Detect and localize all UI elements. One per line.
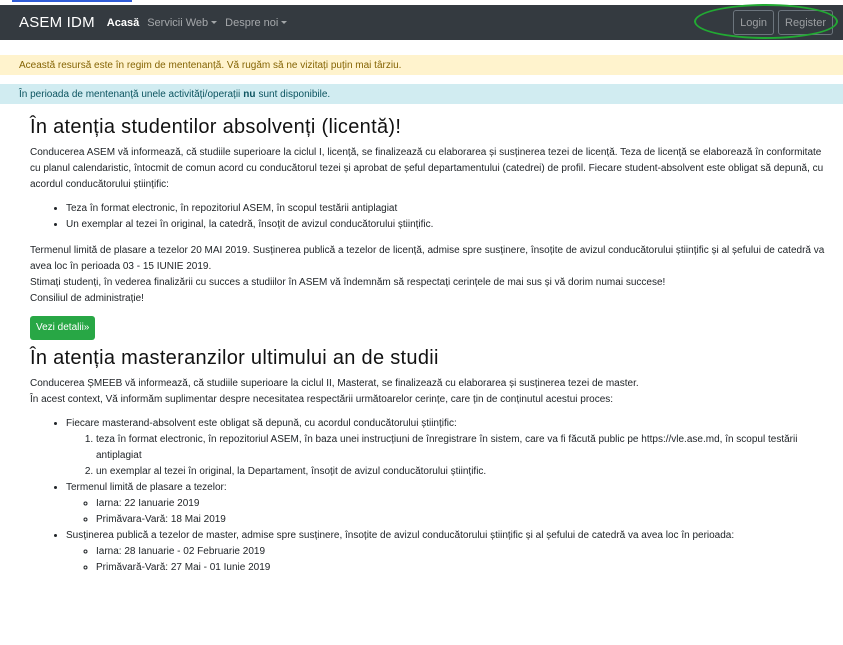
nav-home[interactable]: Acasă xyxy=(107,17,139,29)
register-button[interactable]: Register xyxy=(778,10,833,35)
nav-about-label: Despre noi xyxy=(225,16,279,29)
section2-title: În atenția masteranzilor ultimului an de… xyxy=(30,347,439,369)
list-item: Susținerea publică a tezelor de master, … xyxy=(66,528,830,576)
info-text-pre: În perioada de mentenanță unele activită… xyxy=(19,88,241,100)
list-item-text: Susținerea publică a tezelor de master, … xyxy=(66,530,735,541)
list-item: Un exemplar al tezei în original, la cat… xyxy=(66,217,830,233)
list-item: Iarna: 22 Ianuarie 2019 xyxy=(96,496,830,512)
list-item: Primăvara-Vară: 18 Mai 2019 xyxy=(96,512,830,528)
list-item: Primăvară-Vară: 27 Mai - 01 Iunie 2019 xyxy=(96,560,830,576)
maintenance-warning-text: Această resursă este în regim de mentena… xyxy=(19,59,402,71)
section1-closing: Stimați studenți, în vederea finalizării… xyxy=(30,277,666,288)
list-item-text: Fiecare masterand-absolvent este obligat… xyxy=(66,418,457,429)
section1-list: Teza în format electronic, în repozitori… xyxy=(30,201,830,233)
list-item: Iarna: 28 Ianuarie - 02 Februarie 2019 xyxy=(96,544,830,560)
section2-intro1: Conducerea ȘMEEB vă informează, că studi… xyxy=(30,378,639,389)
list-item: Teza în format electronic, în repozitori… xyxy=(66,201,830,217)
section2-list: Fiecare masterand-absolvent este obligat… xyxy=(30,416,830,576)
details-button[interactable]: Vezi detalii» xyxy=(30,316,96,340)
chevron-down-icon xyxy=(281,21,288,24)
sub-list: Iarna: 22 Ianuarie 2019 Primăvara-Vară: … xyxy=(66,496,830,528)
list-item: teza în format electronic, în repozitori… xyxy=(96,432,830,464)
nav-home-label: Acasă xyxy=(106,16,140,29)
maintenance-info: În perioada de mentenanță unele activită… xyxy=(0,84,843,104)
top-link-fragment xyxy=(12,0,132,2)
navbar: ASEM IDM Acasă Servicii Web Despre noi L… xyxy=(0,5,843,40)
sub-list: Iarna: 28 Ianuarie - 02 Februarie 2019 P… xyxy=(66,544,830,576)
nav-about[interactable]: Despre noi xyxy=(225,16,288,29)
list-item: Fiecare masterand-absolvent este obligat… xyxy=(66,416,830,480)
list-item-text: Termenul limită de plasare a tezelor: xyxy=(66,482,227,493)
section1-title: În atenția studentilor absolvenți (licen… xyxy=(30,116,402,138)
section1-deadline: Termenul limită de plasare a tezelor 20 … xyxy=(30,245,825,272)
list-item: un exemplar al tezei în original, la Dep… xyxy=(96,464,830,480)
list-item: Termenul limită de plasare a tezelor: Ia… xyxy=(66,480,830,528)
info-text-post: sunt disponibile. xyxy=(258,88,331,100)
nav-web-services-label: Servicii Web xyxy=(147,16,209,29)
nav-web-services[interactable]: Servicii Web xyxy=(147,16,218,29)
section1-intro: Conducerea ASEM vă informează, că studii… xyxy=(30,147,824,190)
brand-logo[interactable]: ASEM IDM xyxy=(19,14,95,31)
auth-buttons: Login Register xyxy=(733,10,833,35)
chevron-down-icon xyxy=(211,21,218,24)
section1-signature: Consiliul de administrație! xyxy=(30,293,144,304)
info-text-bold: nu xyxy=(243,88,256,100)
section2-intro2: În acest context, Vă informăm suplimenta… xyxy=(30,394,614,405)
main-content: În atenția studentilor absolvenți (licen… xyxy=(30,116,830,586)
sub-list: teza în format electronic, în repozitori… xyxy=(66,432,830,480)
login-button[interactable]: Login xyxy=(733,10,775,35)
maintenance-warning: Această resursă este în regim de mentena… xyxy=(0,55,843,75)
